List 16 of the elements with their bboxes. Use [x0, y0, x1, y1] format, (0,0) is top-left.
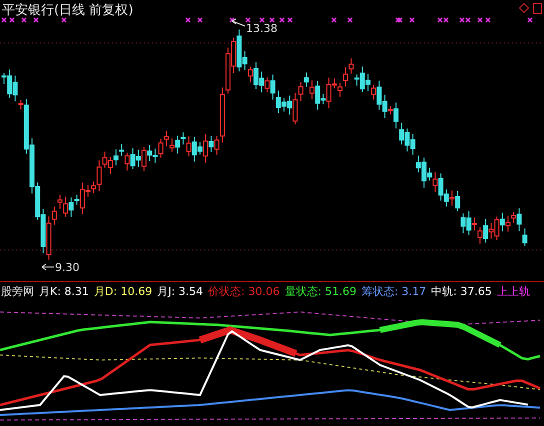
indicator-name: 股旁网 — [1, 284, 34, 298]
indicator-value: 月D: 10.69 — [94, 284, 152, 298]
leader-line — [42, 264, 54, 270]
leader-line — [232, 18, 246, 26]
low-price-label: 9.30 — [55, 261, 80, 274]
chart-title: 平安银行(日线 前复权) — [2, 2, 134, 19]
indicator-value: 筹状态: 3.17 — [361, 284, 426, 298]
high-price-label: 13.38 — [246, 22, 278, 35]
indicator-value: 月J: 3.54 — [157, 284, 204, 298]
indicator-value: 量状态: 51.69 — [284, 284, 356, 298]
square-icon[interactable] — [533, 3, 542, 14]
indicator-value: 月K: 8.31 — [39, 284, 89, 298]
indicator-value: 上上轨 — [496, 284, 530, 298]
indicator-value: 中轨: 37.65 — [431, 284, 492, 298]
indicator-value: 价状态: 30.06 — [208, 284, 280, 298]
diamond-icon[interactable] — [519, 3, 529, 13]
